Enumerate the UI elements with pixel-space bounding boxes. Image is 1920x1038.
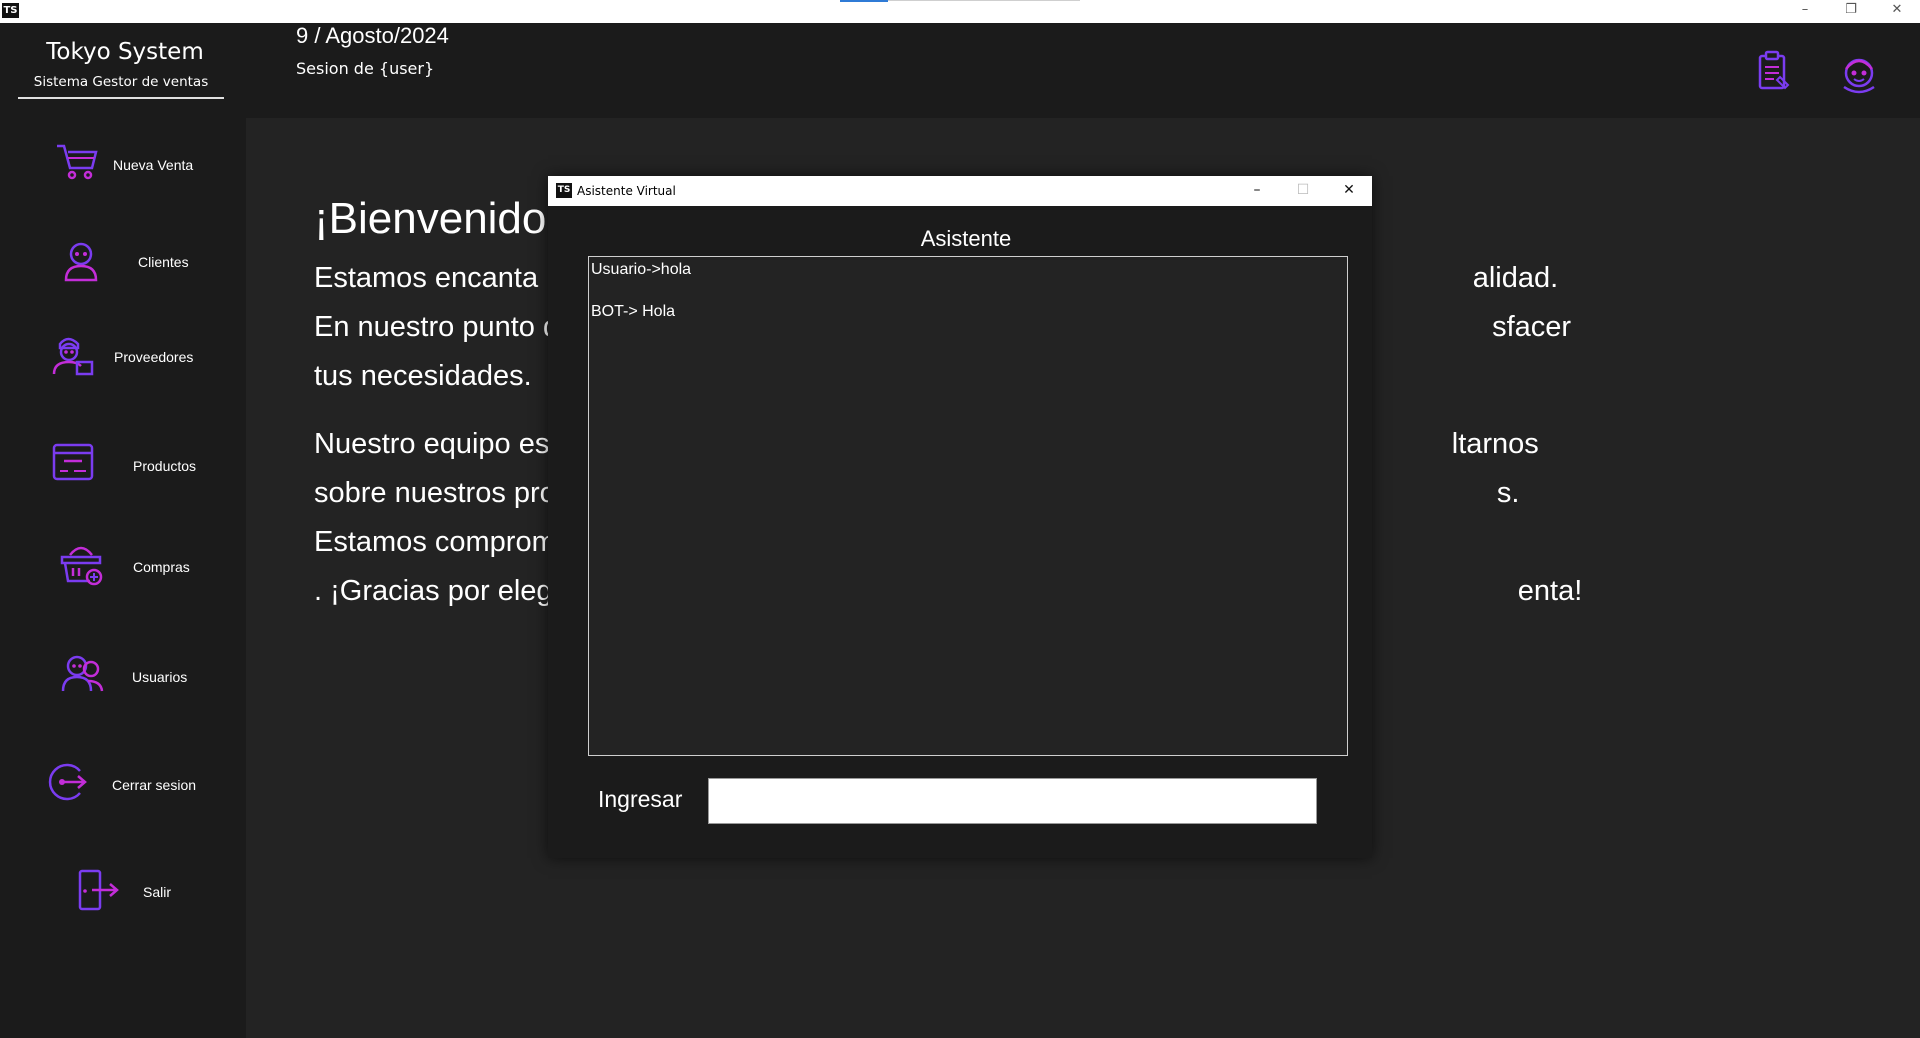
basket-icon: [60, 546, 103, 586]
header: Tokyo System Sistema Gestor de ventas 9 …: [0, 23, 1920, 118]
shopping-cart-icon: [57, 144, 98, 180]
sidebar-item-label: Cerrar sesion: [112, 777, 197, 793]
taskbar-line: [888, 0, 1080, 1]
sidebar-item-label: Salir: [143, 884, 172, 900]
dialog-maximize-button[interactable]: ☐: [1280, 176, 1326, 206]
virtual-assistant-dialog: TS Asistente Virtual – ☐ ✕ Asistente Usu…: [548, 176, 1372, 858]
chat-message: BOT-> Hola: [591, 303, 676, 320]
sidebar-item-label: Usuarios: [132, 669, 188, 685]
sidebar-item-nueva-venta[interactable]: Nueva Venta: [0, 130, 246, 190]
app-logo-icon: TS: [2, 3, 19, 18]
sidebar-item-label: Compras: [133, 559, 190, 575]
app-logo-icon: TS: [556, 183, 572, 198]
user-avatar-icon[interactable]: [1836, 49, 1882, 95]
sidebar-item-clientes[interactable]: Clientes: [0, 228, 246, 288]
brand-title: Tokyo System: [46, 39, 204, 65]
dialog-title: Asistente Virtual: [577, 184, 676, 198]
os-close-button[interactable]: ✕: [1874, 0, 1920, 23]
sidebar-item-compras[interactable]: Compras: [0, 533, 246, 593]
logout-icon: [48, 763, 87, 801]
os-minimize-button[interactable]: –: [1782, 0, 1828, 23]
brand-subtitle: Sistema Gestor de ventas: [33, 74, 209, 90]
taskbar-accent: [840, 0, 888, 2]
sidebar-item-label: Clientes: [138, 254, 189, 270]
brand-divider: [18, 97, 224, 99]
input-label: Ingresar: [598, 786, 683, 812]
os-titlebar: TS – ❐ ✕: [0, 0, 1920, 23]
dialog-minimize-button[interactable]: –: [1234, 176, 1280, 206]
sidebar-item-usuarios[interactable]: Usuarios: [0, 641, 246, 701]
exit-door-icon: [78, 869, 119, 911]
sidebar-item-label: Nueva Venta: [113, 157, 194, 173]
dialog-titlebar[interactable]: TS Asistente Virtual – ☐ ✕: [548, 176, 1372, 206]
sidebar: Nueva Venta Clientes Proveedores Product…: [0, 118, 246, 1038]
clipboard-icon[interactable]: [1750, 49, 1796, 95]
sidebar-item-productos[interactable]: Productos: [0, 431, 246, 491]
product-box-icon: [52, 443, 94, 481]
os-restore-button[interactable]: ❐: [1828, 0, 1874, 23]
chat-message: Usuario->hola: [591, 261, 692, 278]
sidebar-item-label: Proveedores: [114, 349, 194, 365]
sidebar-item-cerrar-sesion[interactable]: Cerrar sesion: [0, 753, 246, 813]
session-label: Sesion de {user}: [296, 59, 435, 78]
supplier-icon: [52, 337, 94, 376]
sidebar-item-salir[interactable]: Salir: [0, 867, 246, 927]
dialog-close-button[interactable]: ✕: [1326, 176, 1372, 206]
chat-log[interactable]: Usuario->hola BOT-> Hola: [588, 256, 1348, 756]
assistant-heading: Asistente: [920, 226, 1012, 251]
message-input[interactable]: [708, 778, 1317, 824]
sidebar-item-proveedores[interactable]: Proveedores: [0, 326, 246, 386]
client-icon: [64, 242, 98, 282]
sidebar-item-label: Productos: [133, 458, 197, 474]
users-icon: [61, 655, 104, 692]
current-date: 9 / Agosto/2024: [296, 23, 449, 48]
